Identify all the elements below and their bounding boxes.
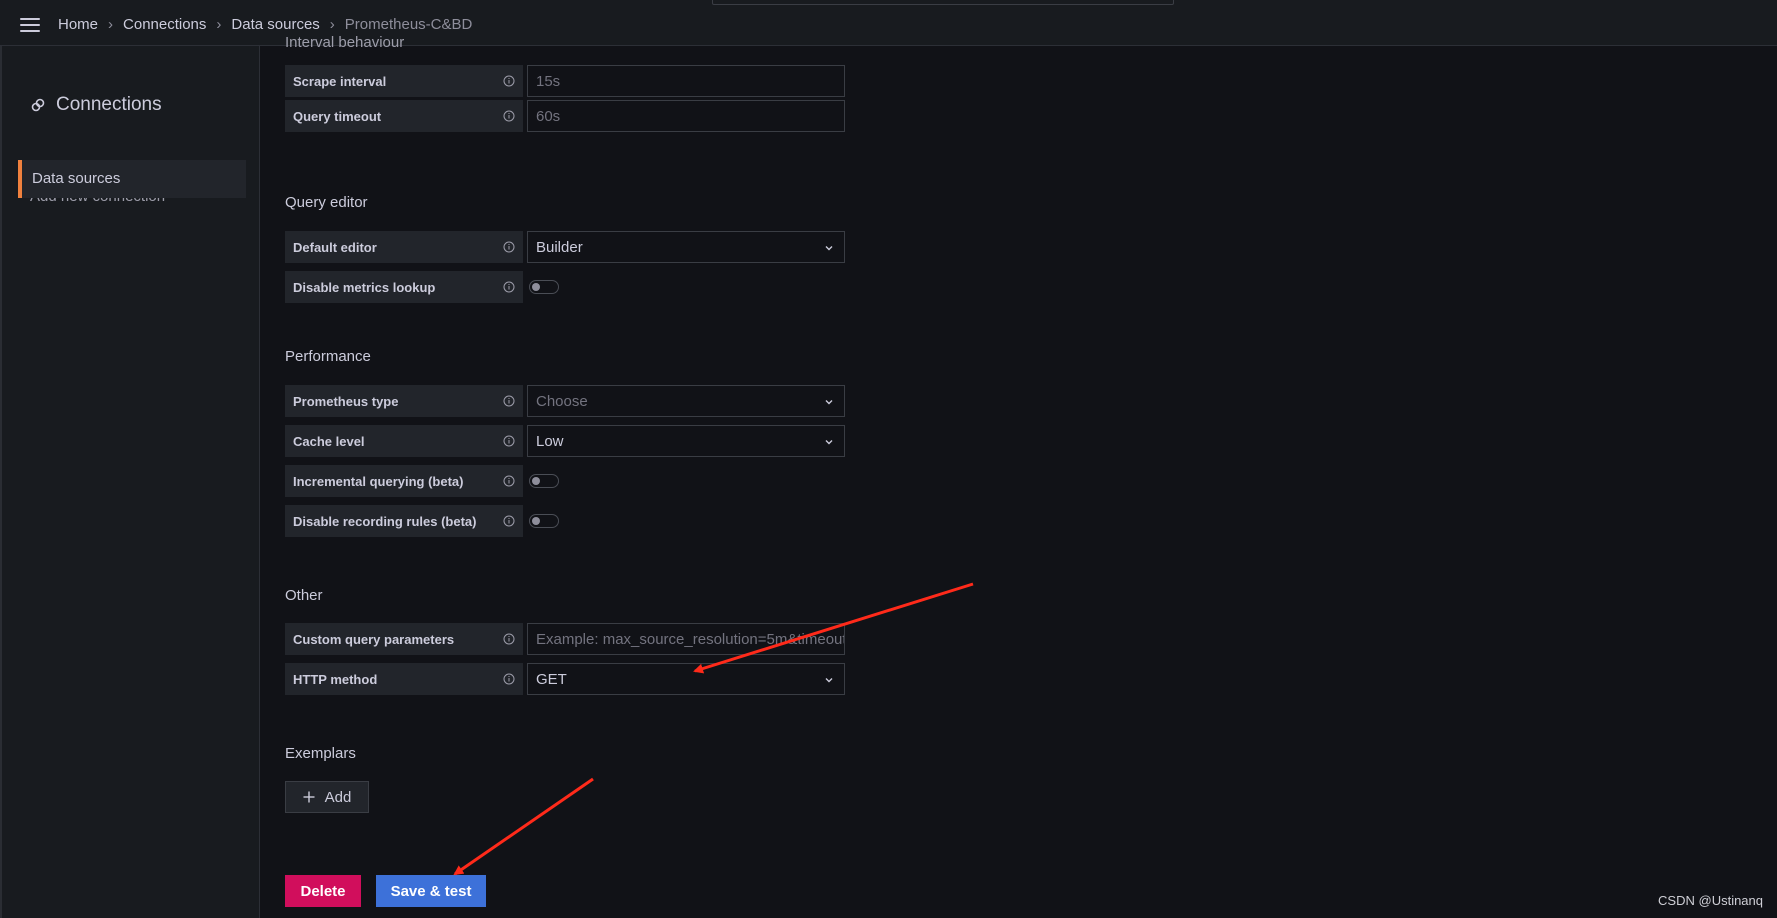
chevron-down-icon: [825, 678, 833, 683]
sidebar-title: Connections: [30, 94, 162, 116]
field-prometheus-type: Prometheus type Choose: [285, 385, 845, 417]
prometheus-type-select[interactable]: Choose: [527, 385, 845, 417]
section-heading-performance: Performance: [285, 348, 371, 365]
info-circle-icon[interactable]: [503, 110, 515, 122]
breadcrumb-separator: ›: [216, 16, 222, 33]
breadcrumb-connections[interactable]: Connections: [123, 16, 206, 33]
toggle-knob: [532, 477, 540, 485]
field-scrape-interval: Scrape interval 15s: [285, 65, 845, 97]
query-timeout-input[interactable]: 60s: [527, 100, 845, 132]
toggle-knob: [532, 283, 540, 291]
breadcrumb-data-sources[interactable]: Data sources: [231, 16, 319, 33]
field-label: Prometheus type: [285, 385, 523, 417]
label-text: Incremental querying (beta): [293, 473, 464, 489]
select-value: GET: [536, 670, 567, 688]
label-text: Default editor: [293, 239, 377, 255]
search-bar[interactable]: [712, 0, 1174, 5]
field-disable-recording-rules: Disable recording rules (beta): [285, 505, 559, 537]
breadcrumb-separator: ›: [329, 16, 335, 33]
custom-query-parameters-input[interactable]: Example: max_source_resolution=5m&timeou…: [527, 623, 845, 655]
info-circle-icon[interactable]: [503, 395, 515, 407]
breadcrumb: Home › Connections › Data sources › Prom…: [58, 16, 472, 33]
scrape-interval-input[interactable]: 15s: [527, 65, 845, 97]
field-label: Disable metrics lookup: [285, 271, 523, 303]
label-text: Scrape interval: [293, 73, 387, 89]
field-disable-metrics-lookup: Disable metrics lookup: [285, 271, 559, 303]
info-circle-icon[interactable]: [503, 281, 515, 293]
select-value: Low: [536, 432, 564, 450]
default-editor-select[interactable]: Builder: [527, 231, 845, 263]
section-heading-query-editor: Query editor: [285, 194, 368, 211]
delete-button[interactable]: Delete: [285, 875, 361, 907]
main-content: Interval behaviour Scrape interval 15s Q…: [260, 34, 1777, 918]
menu-icon[interactable]: [20, 18, 40, 32]
field-http-method: HTTP method GET: [285, 663, 845, 695]
label-text: Disable recording rules (beta): [293, 513, 477, 529]
label-text: Query timeout: [293, 108, 382, 124]
label-text: Disable metrics lookup: [293, 279, 436, 295]
field-incremental-querying: Incremental querying (beta): [285, 465, 559, 497]
incremental-querying-toggle[interactable]: [529, 474, 559, 488]
http-method-select[interactable]: GET: [527, 663, 845, 695]
section-heading-other: Other: [285, 587, 323, 604]
sidebar: Connections Add new connection Data sour…: [2, 46, 260, 918]
cache-level-select[interactable]: Low: [527, 425, 845, 457]
info-circle-icon[interactable]: [503, 633, 515, 645]
field-label: Cache level: [285, 425, 523, 457]
toggle-knob: [532, 517, 540, 525]
breadcrumb-separator: ›: [108, 16, 114, 33]
field-custom-query-parameters: Custom query parameters Example: max_sou…: [285, 623, 845, 655]
chevron-down-icon: [825, 246, 833, 251]
save-and-test-button[interactable]: Save & test: [376, 875, 486, 907]
sidebar-title-label: Connections: [56, 94, 162, 115]
sidebar-item-data-sources[interactable]: Data sources: [18, 160, 246, 198]
info-circle-icon[interactable]: [503, 241, 515, 253]
disable-metrics-lookup-toggle[interactable]: [529, 280, 559, 294]
field-label: Scrape interval: [285, 65, 523, 97]
field-label: Disable recording rules (beta): [285, 505, 523, 537]
field-label: Default editor: [285, 231, 523, 263]
select-value: Builder: [536, 238, 583, 256]
field-query-timeout: Query timeout 60s: [285, 100, 845, 132]
label-text: Custom query parameters: [293, 631, 455, 647]
chevron-down-icon: [825, 440, 833, 445]
field-label: HTTP method: [285, 663, 523, 695]
section-heading-exemplars: Exemplars: [285, 745, 356, 762]
field-label: Incremental querying (beta): [285, 465, 523, 497]
disable-recording-rules-toggle[interactable]: [529, 514, 559, 528]
add-button-label: Add: [324, 788, 352, 806]
field-cache-level: Cache level Low: [285, 425, 845, 457]
info-circle-icon[interactable]: [503, 75, 515, 87]
link-icon: [31, 98, 45, 112]
label-text: HTTP method: [293, 671, 378, 687]
breadcrumb-current: Prometheus-C&BD: [344, 16, 473, 33]
label-text: Prometheus type: [293, 393, 399, 409]
plus-icon: [303, 791, 315, 803]
select-placeholder: Choose: [536, 392, 588, 410]
field-label: Query timeout: [285, 100, 523, 132]
field-default-editor: Default editor Builder: [285, 231, 845, 263]
chevron-down-icon: [825, 400, 833, 405]
add-exemplar-button[interactable]: Add: [285, 781, 369, 813]
info-circle-icon[interactable]: [503, 475, 515, 487]
watermark: CSDN @Ustinanq: [1658, 893, 1763, 908]
field-label: Custom query parameters: [285, 623, 523, 655]
label-text: Cache level: [293, 433, 365, 449]
info-circle-icon[interactable]: [503, 673, 515, 685]
info-circle-icon[interactable]: [503, 435, 515, 447]
info-circle-icon[interactable]: [503, 515, 515, 527]
top-bar: Home › Connections › Data sources › Prom…: [0, 0, 1777, 46]
breadcrumb-home[interactable]: Home: [58, 16, 98, 33]
section-heading-interval-behaviour: Interval behaviour: [285, 34, 405, 51]
